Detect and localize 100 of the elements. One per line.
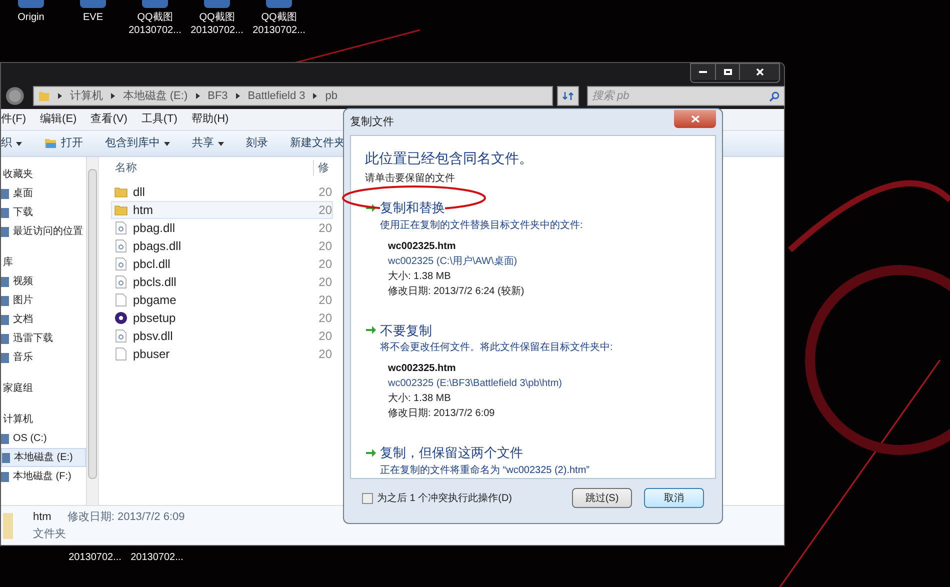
file-size: 大小: 1.38 MB [388, 270, 452, 284]
file-date: 20 [318, 238, 332, 255]
menu-item[interactable]: 查看(V) [90, 111, 128, 128]
nav-section-header[interactable]: 家庭组 [1, 379, 86, 398]
file-name: htm [132, 202, 154, 219]
file-row[interactable]: dll 20 [111, 183, 333, 201]
file-name: wc002325.htm [388, 362, 457, 376]
file-name: pbcl.dll [132, 256, 172, 273]
nav-item[interactable]: 文档 [1, 310, 86, 329]
breadcrumb[interactable]: BF3 [208, 88, 228, 104]
breadcrumb-separator-icon[interactable] [196, 93, 200, 99]
desktop-icon-label[interactable]: QQ截图 20130702... [248, 11, 310, 37]
arrow-icon [365, 324, 377, 336]
dialog-title: 复制文件 [350, 114, 394, 130]
breadcrumb-separator-icon[interactable] [110, 93, 115, 99]
file-row[interactable]: pbags.dll 20 [111, 237, 333, 255]
file-name: dll [132, 184, 146, 201]
file-row[interactable]: pbuser 20 [111, 345, 333, 363]
disc-icon [114, 311, 128, 325]
file-modified: 修改日期: 2013/7/2 6:24 (较新) [388, 284, 526, 298]
dialog-heading: 此位置已经包含同名文件。 [365, 149, 534, 168]
toolbar-button[interactable]: 包含到库中 [105, 135, 170, 152]
dialog-button[interactable]: 跳过(S) [572, 488, 632, 508]
file-row[interactable]: pbgame 20 [111, 291, 333, 309]
breadcrumb-separator-icon[interactable] [313, 93, 318, 99]
desktop-icon-label[interactable]: Origin [0, 11, 62, 24]
nav-item[interactable]: 桌面 [1, 184, 86, 203]
breadcrumb-separator-icon[interactable] [236, 93, 240, 99]
gear-document-icon [114, 275, 128, 289]
file-date: 20 [318, 310, 332, 327]
refresh-icon [562, 90, 574, 102]
menu-item[interactable]: 工具(T) [141, 111, 178, 128]
file-row[interactable]: pbsetup 20 [111, 309, 333, 327]
nav-item[interactable]: 最近访问的位置 [1, 222, 86, 241]
file-row[interactable]: pbcl.dll 20 [111, 255, 333, 273]
gear-document-icon [114, 257, 128, 271]
toolbar-button[interactable]: 刻录 [246, 135, 268, 152]
file-row[interactable]: pbcls.dll 20 [111, 273, 333, 291]
file-size: 大小: 1.38 MB [388, 392, 452, 406]
breadcrumb[interactable]: Battlefield 3 [248, 88, 306, 104]
dialog-instruction: 请单击要保留的文件 [365, 172, 456, 186]
file-name: pbgame [132, 292, 178, 309]
file-name: wc002325.htm [388, 240, 457, 254]
file-date: 20 [318, 256, 332, 273]
breadcrumb[interactable]: 计算机 [70, 88, 103, 104]
dialog-button[interactable]: 取消 [644, 488, 704, 508]
desktop-icon-label[interactable]: EVE [62, 11, 124, 24]
nav-item[interactable]: 音乐 [1, 348, 86, 367]
menu-item[interactable]: 件(F) [1, 111, 26, 128]
toolbar-button[interactable]: 打开 [44, 135, 83, 152]
nav-section-header[interactable]: 库 [1, 253, 86, 272]
nav-section-header[interactable]: 收藏夹 [1, 165, 86, 184]
file-modified: 修改日期: 2013/7/2 6:09 [388, 406, 496, 421]
gear-document-icon [114, 239, 128, 253]
search-field[interactable]: 搜索 pb [587, 86, 785, 106]
minimize-button[interactable] [691, 64, 715, 80]
nav-item[interactable]: 本地磁盘 (F:) [1, 467, 86, 486]
file-row[interactable]: htm 20 [111, 201, 333, 219]
file-name: pbsv.dll [132, 328, 174, 345]
file-date: 20 [318, 328, 332, 345]
nav-item[interactable]: 本地磁盘 (E:) [1, 448, 86, 467]
file-date: 20 [318, 292, 332, 309]
nav-item[interactable]: 图片 [1, 291, 86, 310]
column-header[interactable]: 修 [313, 160, 329, 176]
refresh-button[interactable] [557, 86, 579, 106]
file-row[interactable]: pbsv.dll 20 [111, 327, 333, 345]
desktop-icon-label[interactable]: 20130702... [64, 550, 126, 565]
nav-item[interactable]: 下载 [1, 203, 86, 222]
nav-item[interactable]: 视频 [1, 272, 86, 291]
scrollbar[interactable] [86, 157, 98, 505]
address-bar[interactable]: 计算机 本地磁盘 (E:) BF3 Battlefield 3 pb [32, 86, 554, 106]
breadcrumb[interactable]: pb [325, 88, 338, 104]
menu-item[interactable]: 帮助(H) [191, 111, 229, 128]
breadcrumb-separator-icon[interactable] [58, 93, 62, 99]
nav-item[interactable]: 迅雷下载 [1, 329, 86, 348]
checkbox[interactable] [362, 492, 373, 504]
file-row[interactable]: pbag.dll 20 [111, 219, 333, 237]
menu-item[interactable]: 编辑(E) [40, 111, 77, 128]
toolbar-button[interactable]: 共享 [192, 135, 224, 152]
details-modified: 修改日期: 2013/7/2 6:09 [67, 510, 185, 525]
blank-document-icon [114, 293, 128, 307]
toolbar-button[interactable]: 织 [1, 135, 22, 152]
file-date: 20 [318, 202, 332, 219]
nav-item[interactable]: OS (C:) [1, 429, 86, 448]
breadcrumb[interactable]: 本地磁盘 (E:) [122, 88, 188, 104]
column-header[interactable]: 名称 [99, 160, 313, 176]
maximize-button[interactable] [715, 64, 739, 80]
close-button[interactable] [739, 64, 779, 80]
gear-document-icon [114, 221, 128, 235]
file-date: 20 [318, 184, 332, 201]
file-date: 20 [318, 220, 332, 237]
desktop-icon-label[interactable]: QQ截图 20130702... [186, 11, 248, 37]
nav-section-header[interactable]: 计算机 [1, 410, 86, 429]
file-date: 20 [318, 274, 332, 291]
desktop-icon-label[interactable]: 20130702... [126, 550, 188, 565]
close-icon [690, 115, 700, 123]
checkbox-label: 为之后 1 个冲突执行此操作(D) [377, 492, 512, 506]
file-date: 20 [318, 346, 332, 363]
gear-document-icon [114, 329, 128, 343]
desktop-icon-label[interactable]: QQ截图 20130702... [124, 11, 186, 37]
